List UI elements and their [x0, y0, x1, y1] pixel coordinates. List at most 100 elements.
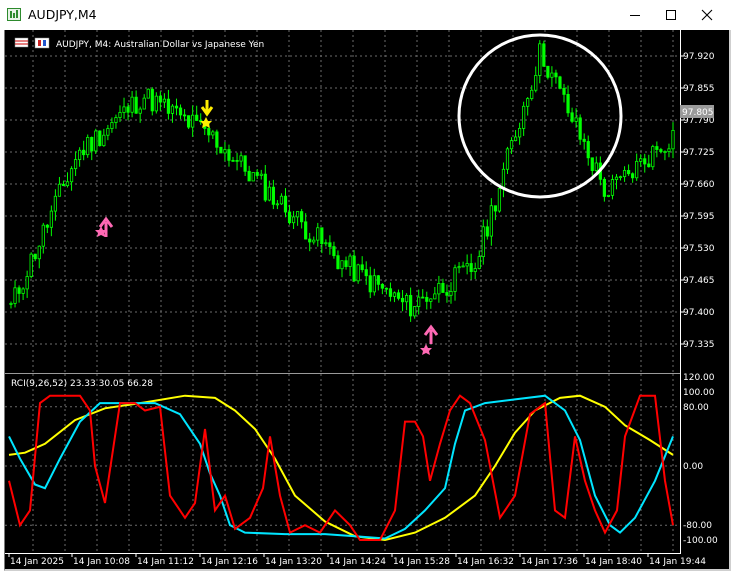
candle-body — [526, 98, 530, 107]
price-tick-label: 97.465 — [683, 276, 715, 286]
candle-body — [255, 172, 259, 176]
candle-body — [162, 98, 166, 103]
candle-body — [368, 275, 372, 293]
time-tick-label: 14 Jan 19:44 — [649, 557, 706, 567]
candle-body — [9, 302, 13, 305]
candle-body — [534, 75, 538, 91]
candle-body — [513, 136, 518, 142]
candle-body — [182, 114, 187, 117]
candle-body — [380, 283, 384, 289]
price-tick-label: 97.855 — [683, 84, 715, 94]
indicator-tick-label: -100.00 — [683, 536, 718, 546]
candle-body — [29, 253, 33, 277]
candle-body — [102, 134, 106, 147]
minimize-button[interactable] — [618, 0, 652, 30]
candle-body — [275, 203, 280, 206]
minimize-icon — [630, 15, 640, 16]
candle-body — [586, 141, 590, 159]
maximize-icon — [666, 10, 676, 20]
candle-body — [501, 168, 506, 190]
candle-body — [82, 149, 86, 156]
candle-body — [41, 224, 45, 247]
candle-body — [671, 130, 675, 150]
candle-body — [421, 296, 425, 299]
candle-body — [283, 195, 288, 213]
indicator-axis: 120.00 100.00 80.00 0.00 -80.00 -100.00 — [683, 373, 718, 546]
candle-body — [643, 158, 647, 165]
time-tick-label: 14 Jan 18:40 — [585, 557, 642, 567]
candle-body — [631, 173, 635, 179]
candle-body — [239, 155, 243, 162]
candle-body — [449, 291, 453, 296]
candle-body — [647, 163, 651, 168]
candle-body — [437, 282, 441, 295]
current-price-tag: 97.805 — [680, 105, 714, 118]
candle-body — [404, 295, 409, 303]
candle-body — [308, 238, 312, 243]
candle-body — [215, 131, 219, 148]
indicator-grid — [5, 374, 680, 553]
indicator-tick-label: 80.00 — [683, 403, 709, 413]
candle-body — [445, 292, 449, 296]
candle-body — [554, 72, 558, 78]
candle-body — [154, 95, 158, 112]
candle-body — [497, 188, 502, 212]
candle-body — [659, 149, 663, 153]
candle-body — [114, 117, 118, 123]
candle-body — [396, 292, 401, 299]
title-bar[interactable]: AUDJPY,M4 — [0, 0, 735, 30]
price-tick-label: 97.530 — [683, 244, 715, 254]
price-tick-label: 97.725 — [683, 148, 715, 158]
candle-body — [247, 170, 251, 182]
candle-body — [489, 205, 493, 237]
candle-body — [493, 205, 497, 212]
candle-body — [251, 172, 255, 182]
candle-body — [635, 160, 639, 179]
candle-body — [271, 186, 275, 205]
candle-body — [546, 65, 550, 78]
indicator-label: RCI(9,26,52) 23.33 30.05 66.28 — [11, 379, 153, 389]
candle-body — [57, 183, 62, 197]
candle-body — [13, 287, 17, 304]
candle-body — [542, 43, 546, 67]
candle-body — [295, 211, 300, 218]
candle-body — [287, 211, 292, 224]
candle-body — [231, 159, 235, 162]
candle-body — [602, 178, 606, 197]
candle-body — [570, 112, 574, 122]
candle-body — [126, 106, 130, 113]
close-button[interactable] — [690, 0, 724, 30]
candle-body — [429, 298, 433, 302]
price-tick-label: 97.335 — [683, 340, 715, 350]
candle-body — [279, 195, 284, 205]
candle-body — [219, 146, 223, 154]
candle-body — [639, 158, 643, 162]
candle-body — [388, 288, 393, 297]
candle-body — [372, 275, 376, 293]
candle-body — [477, 256, 481, 269]
candle-body — [505, 148, 510, 170]
chart-window[interactable]: AUDJPY, M4: Australian Dollar vs Japanes… — [4, 30, 731, 571]
candle-body — [409, 295, 413, 317]
candle-body — [78, 149, 82, 160]
chart-header: AUDJPY, M4: Australian Dollar vs Japanes… — [56, 40, 264, 50]
candle-body — [73, 159, 78, 170]
window-title: AUDJPY,M4 — [28, 7, 97, 22]
candle-body — [130, 96, 134, 113]
candle-body — [312, 239, 316, 243]
candle-body — [211, 131, 215, 136]
sell-signal-marker — [200, 100, 214, 128]
candle-body — [530, 89, 534, 99]
price-chart[interactable]: AUDJPY, M4: Australian Dollar vs Japanes… — [5, 30, 730, 569]
candle-body — [622, 170, 627, 178]
candle-body — [667, 148, 671, 152]
candle-body — [614, 176, 619, 180]
chart-type-icon[interactable] — [34, 37, 50, 49]
candle-body — [376, 275, 380, 285]
time-tick-label: 14 Jan 16:32 — [457, 557, 514, 567]
candle-body — [174, 105, 179, 109]
candle-body — [663, 151, 667, 153]
time-tick-label: 14 Jan 10:08 — [73, 557, 130, 567]
maximize-button[interactable] — [654, 0, 688, 30]
candle-body — [606, 194, 611, 197]
